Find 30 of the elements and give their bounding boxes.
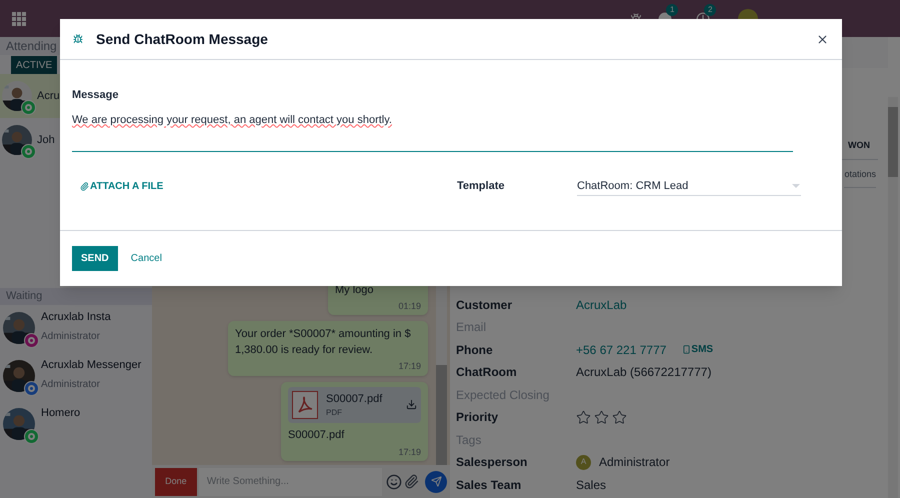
- field-label: Salesperson: [456, 454, 528, 472]
- field-label: ChatRoom: [456, 364, 518, 382]
- field-value: AcruxLab (56672217777): [576, 364, 712, 382]
- count-badge: 2: [704, 4, 716, 16]
- message-time: 01:19: [397, 300, 421, 312]
- field-label: Template: [457, 179, 506, 194]
- file-type: PDF: [326, 407, 343, 419]
- contact-name: Joh: [37, 132, 55, 148]
- field-label: Customer: [456, 296, 514, 314]
- field-label: Priority: [456, 409, 500, 426]
- user-avatar: A: [576, 454, 591, 470]
- message-time: 17:19: [397, 446, 421, 458]
- field-label: Message: [72, 88, 120, 103]
- contact-name: Acru: [37, 88, 60, 104]
- count-badge: 1: [666, 4, 678, 16]
- contact-name: Acruxlab Messenger: [41, 358, 142, 373]
- agent-name: Administrator: [41, 330, 101, 344]
- field-value: Sales: [576, 476, 606, 494]
- message-text: Your order *S00007* amounting in $ 1,380.00 is ready for review.: [235, 327, 412, 358]
- section-header: Waiting: [0, 288, 152, 305]
- contact-name: Acruxlab Insta: [41, 310, 111, 325]
- agent-name: Administrator: [41, 378, 101, 392]
- contact-name: Homero: [41, 406, 80, 421]
- file-name: S00007.pdf: [326, 392, 384, 406]
- field-label: Phone: [456, 342, 494, 359]
- field-label: Sales Team: [456, 476, 522, 494]
- message-time: 17:19: [397, 360, 421, 373]
- field-value: Administrator: [599, 454, 670, 472]
- message-text: S00007.pdf: [288, 428, 346, 443]
- message-text: My logo: [335, 282, 375, 298]
